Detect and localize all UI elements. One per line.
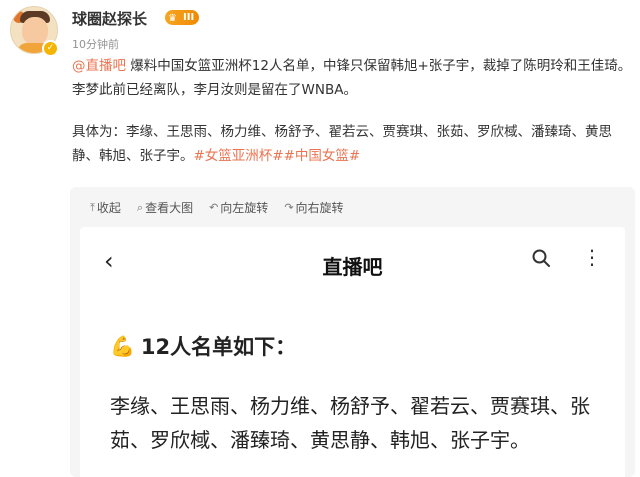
search-icon [532, 249, 550, 267]
post-paragraph-2: 具体为：李缘、王思雨、杨力维、杨舒予、翟若云、贾赛琪、张茹、罗欣棫、潘臻琦、黄思… [72, 120, 632, 168]
rotate-left-label: 向左旋转 [220, 201, 269, 215]
post-time[interactable]: 10分钟前 [72, 36, 119, 52]
image-toolbar: ⤒ 收起 ⌕ 查看大图 ↶ 向左旋转 ↷ 向右旋转 [90, 199, 344, 216]
rotate-right-icon: ↷ [284, 201, 294, 214]
collapse-icon: ⤒ [90, 200, 95, 214]
post-body: @直播吧 爆料中国女篮亚洲杯12人名单，中锋只保留韩旭+张子宇，裁掉了陈明玲和王… [72, 54, 632, 168]
collapse-label: 收起 [96, 201, 121, 215]
rotate-right-label: 向右旋转 [295, 201, 344, 215]
list-heading: 💪 12人名单如下： [110, 331, 296, 361]
post-text-1: 爆料中国女篮亚洲杯12人名单，中锋只保留韩旭+张子宇，裁掉了陈明玲和王佳琦。李梦… [72, 58, 632, 98]
zoom-icon: ⌕ [136, 200, 144, 214]
embedded-screenshot[interactable]: ‹ 直播吧 ⋮ 💪 12人名单如下： 李缘、王思雨、杨力维、杨舒予、翟若云、贾赛… [80, 227, 625, 477]
rotate-left-button[interactable]: ↶ 向左旋转 [209, 199, 268, 216]
view-large-button[interactable]: ⌕ 查看大图 [137, 199, 193, 216]
username[interactable]: 球圈赵探长 [72, 8, 147, 29]
level-badge[interactable]: ♛ III [165, 10, 200, 25]
list-heading-text: 12人名单如下： [140, 335, 297, 359]
mention-link[interactable]: @直播吧 [72, 58, 126, 74]
collapse-button[interactable]: ⤒ 收起 [90, 199, 121, 216]
crown-icon: ♛ [168, 13, 177, 24]
verified-badge-icon: ✓ [42, 40, 59, 57]
image-card: ⤒ 收起 ⌕ 查看大图 ↶ 向左旋转 ↷ 向右旋转 ‹ 直播吧 ⋮ 💪 12人名… [70, 187, 635, 477]
flexed-biceps-icon: 💪 [110, 334, 135, 358]
avatar-face [22, 17, 48, 45]
hashtag-link[interactable]: #女篮亚洲杯##中国女篮# [194, 148, 361, 164]
level-text: III [183, 12, 195, 23]
post-paragraph-1: @直播吧 爆料中国女篮亚洲杯12人名单，中锋只保留韩旭+张子宇，裁掉了陈明玲和王… [72, 54, 632, 102]
view-large-label: 查看大图 [145, 201, 194, 215]
roster-names: 李缘、王思雨、杨力维、杨舒予、翟若云、贾赛琪、张茹、罗欣棫、潘臻琦、黄思静、韩旭… [110, 394, 590, 452]
rotate-right-button[interactable]: ↷ 向右旋转 [284, 199, 343, 216]
rotate-left-icon: ↶ [209, 201, 219, 214]
more-icon: ⋮ [582, 245, 604, 269]
